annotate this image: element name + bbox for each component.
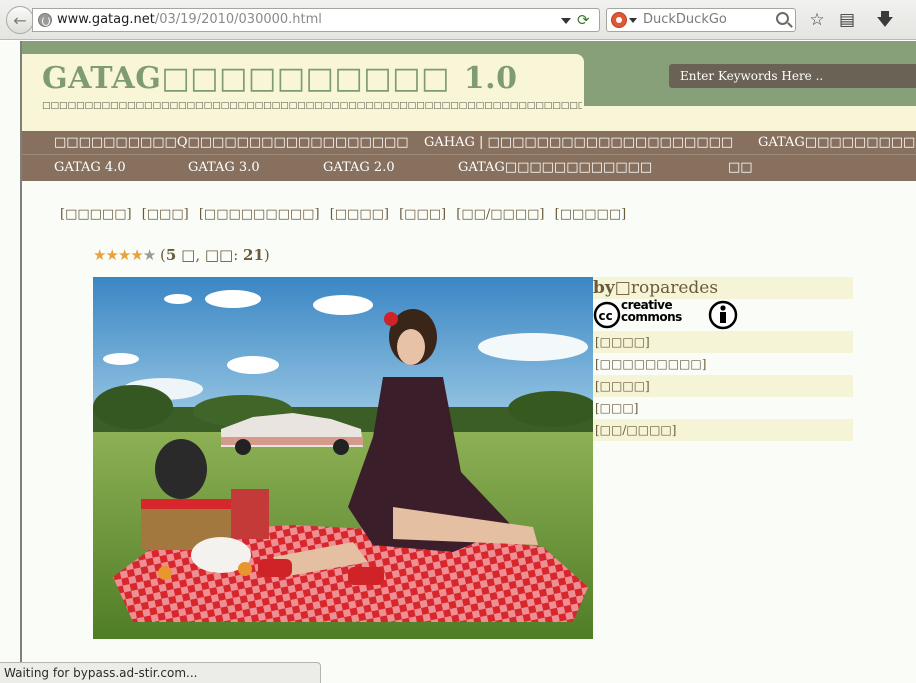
photo-illustration xyxy=(93,277,593,639)
site-search-placeholder: Enter Keywords Here .. xyxy=(680,69,824,83)
nav-link-3[interactable]: GATAG□□□□□□□□□ xyxy=(758,131,915,155)
category-link[interactable]: [□□□□] xyxy=(330,207,389,222)
url-path: /03/19/2010/030000.html xyxy=(154,12,322,27)
bookmarks-list-icon[interactable]: ▤ xyxy=(835,8,859,32)
download-arrow-icon[interactable]: 🡇 xyxy=(873,8,897,32)
author-link[interactable]: □roparedes xyxy=(615,278,718,298)
category-link[interactable]: [□□/□□□□] xyxy=(456,207,544,222)
nav-link-gatag-4[interactable]: GATAG 4.0 xyxy=(54,155,126,181)
category-link[interactable]: [□□□] xyxy=(142,207,189,222)
nav-row-primary: □□□□□□□□□□Q□□□□□□□□□□□□□□□□□□ GAHAG | □□… xyxy=(22,131,916,155)
duckduckgo-icon[interactable] xyxy=(611,12,627,28)
sidebar-link[interactable]: [□□□□] xyxy=(593,375,853,397)
site-tagline: □□□□□□□□□□□□□□□□□□□□□□□□□□□□□□□□□□□□□□□□… xyxy=(42,101,582,111)
rating-score-unit: □ xyxy=(181,246,196,264)
cloud xyxy=(227,356,279,374)
browser-toolbar: ← www.gatag.net/03/19/2010/030000.html ⟳… xyxy=(0,0,916,40)
nav-link-1[interactable]: □□□□□□□□□□Q□□□□□□□□□□□□□□□□□□ xyxy=(54,131,409,155)
reload-icon[interactable]: ⟳ xyxy=(577,12,593,28)
category-link[interactable]: [□□□] xyxy=(399,207,446,222)
page-viewport: GATAG□□□□□□□□□□ 1.0 □□□□□□□□□□□□□□□□□□□□□… xyxy=(0,41,916,683)
site-title[interactable]: GATAG□□□□□□□□□□ 1.0 xyxy=(42,61,518,96)
rating-summary: (5 □, □□: 21) xyxy=(160,246,270,264)
photo-sidebar: by□roparedes cc creative commons [□□□□] … xyxy=(593,277,853,441)
sidebar-link[interactable]: [□□□] xyxy=(593,397,853,419)
search-engine-dropdown-icon[interactable] xyxy=(629,18,637,23)
header-light-strip xyxy=(584,106,916,132)
hat xyxy=(155,439,207,499)
creative-commons-badge[interactable]: cc creative commons xyxy=(593,299,853,331)
star-icon[interactable]: ★ xyxy=(143,246,156,264)
cloud xyxy=(205,290,261,308)
cloud xyxy=(478,333,588,361)
rating-row: ★★★★★ (5 □, □□: 21) xyxy=(93,246,270,264)
author-prefix: by xyxy=(593,278,615,298)
cloud xyxy=(313,295,373,315)
address-bar[interactable]: www.gatag.net/03/19/2010/030000.html ⟳ xyxy=(32,8,600,32)
globe-icon xyxy=(38,13,52,27)
cc-label: creative commons xyxy=(621,298,682,324)
category-link[interactable]: [□□□□□] xyxy=(60,207,132,222)
search-placeholder: DuckDuckGo xyxy=(643,12,727,27)
browser-search-box[interactable]: DuckDuckGo xyxy=(606,8,796,32)
category-link[interactable]: [□□□□□] xyxy=(555,207,627,222)
votes-count: 21 xyxy=(243,246,264,264)
nav-link-gatag-2[interactable]: GATAG 2.0 xyxy=(323,155,395,181)
sidebar-link[interactable]: [□□/□□□□] xyxy=(593,419,853,441)
site-version: 1.0 xyxy=(463,61,518,96)
votes-label: □□ xyxy=(204,246,234,264)
cloud xyxy=(103,353,139,365)
url-domain: www.gatag.net xyxy=(57,12,155,27)
sidebar-link[interactable]: [□□□□] xyxy=(593,331,853,353)
site-title-text: GATAG□□□□□□□□□□ xyxy=(42,61,450,96)
search-icon[interactable] xyxy=(776,12,789,25)
nav-link-2[interactable]: GAHAG | □□□□□□□□□□□□□□□□□□□□ xyxy=(424,131,733,155)
star-rating-icon[interactable]: ★★★★★ xyxy=(93,246,156,264)
logo-panel: GATAG□□□□□□□□□□ 1.0 □□□□□□□□□□□□□□□□□□□□□… xyxy=(22,54,584,132)
star-icon[interactable]: ★ xyxy=(105,246,118,264)
sidebar-link[interactable]: [□□□□□□□□□] xyxy=(593,353,853,375)
site-search-input[interactable]: Enter Keywords Here .. xyxy=(669,64,916,88)
star-icon[interactable]: ★ xyxy=(130,246,143,264)
url-dropdown-icon[interactable] xyxy=(561,18,571,24)
star-icon[interactable]: ★ xyxy=(93,246,106,264)
back-arrow-icon: ← xyxy=(13,10,27,30)
status-bar: Waiting for bypass.ad-stir.com... xyxy=(0,662,321,683)
main-photo[interactable] xyxy=(93,277,593,639)
star-icon[interactable]: ★ xyxy=(118,246,131,264)
rating-score: 5 xyxy=(165,246,177,264)
category-links: [□□□□□] [□□□] [□□□□□□□□□] [□□□□] [□□□] [… xyxy=(60,207,632,222)
author-line: by□roparedes xyxy=(593,277,853,299)
orange xyxy=(158,566,172,580)
cloud xyxy=(164,294,192,304)
svg-text:cc: cc xyxy=(599,309,613,323)
nav-row-secondary: GATAG 4.0 GATAG 3.0 GATAG 2.0 GATAG□□□□□… xyxy=(22,155,916,181)
bookmark-star-icon[interactable]: ☆ xyxy=(805,8,829,32)
nav-link-gatag-other[interactable]: GATAG□□□□□□□□□□□□ xyxy=(458,155,652,181)
category-link[interactable]: [□□□□□□□□□] xyxy=(199,207,320,222)
orange xyxy=(238,562,252,576)
nav-link-extra[interactable]: □□ xyxy=(728,155,753,181)
back-button[interactable]: ← xyxy=(6,6,34,34)
nav-link-gatag-3[interactable]: GATAG 3.0 xyxy=(188,155,260,181)
